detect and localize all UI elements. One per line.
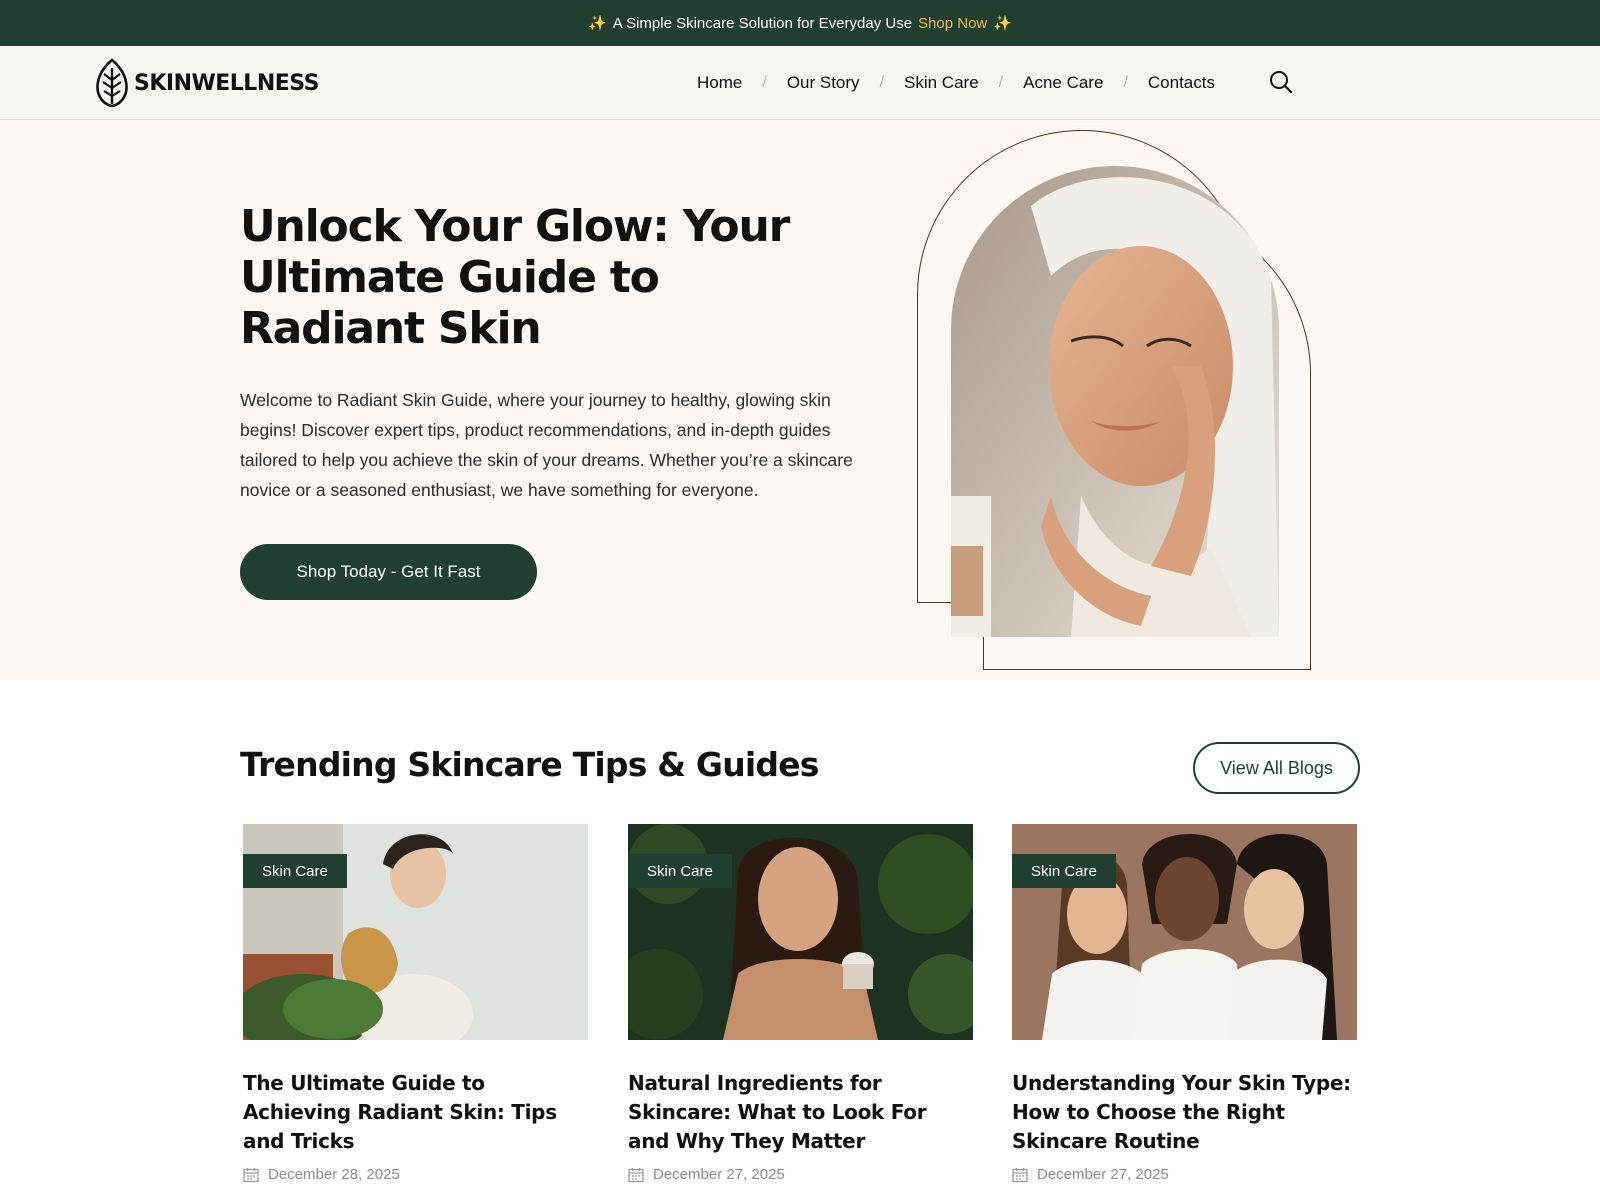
nav-divider: / bbox=[879, 74, 885, 91]
nav-skin-care[interactable]: Skin Care bbox=[904, 73, 979, 93]
blog-date-text: December 27, 2025 bbox=[653, 1166, 785, 1183]
blog-title[interactable]: Understanding Your Skin Type: How to Cho… bbox=[1012, 1069, 1357, 1156]
blog-date: December 27, 2025 bbox=[1012, 1166, 1357, 1183]
logo[interactable]: SKINWELLNESS bbox=[94, 58, 319, 108]
nav-our-story[interactable]: Our Story bbox=[787, 73, 860, 93]
calendar-icon bbox=[628, 1167, 644, 1182]
blog-date: December 27, 2025 bbox=[628, 1166, 973, 1183]
category-tag[interactable]: Skin Care bbox=[1012, 854, 1116, 888]
calendar-icon bbox=[1012, 1167, 1028, 1182]
blog-date-text: December 27, 2025 bbox=[1037, 1166, 1169, 1183]
blog-image[interactable]: Skin Care bbox=[1012, 824, 1357, 1040]
calendar-icon bbox=[243, 1167, 259, 1182]
blog-date: December 28, 2025 bbox=[243, 1166, 588, 1183]
sparkle-icon: ✨ bbox=[993, 15, 1012, 32]
nav-divider: / bbox=[1123, 74, 1128, 91]
nav-divider: / bbox=[998, 74, 1004, 91]
view-all-blogs-button[interactable]: View All Blogs bbox=[1193, 742, 1360, 794]
hero-title: Unlock Your Glow: Your Ultimate Guide to… bbox=[240, 201, 790, 354]
nav-acne-care[interactable]: Acne Care bbox=[1023, 73, 1103, 93]
hero-section: Unlock Your Glow: Your Ultimate Guide to… bbox=[0, 121, 1600, 680]
blog-card[interactable]: Skin Care Understanding Your Skin Type: … bbox=[1012, 824, 1357, 1183]
nav-divider: / bbox=[762, 74, 767, 91]
section-title: Trending Skincare Tips & Guides bbox=[240, 745, 819, 784]
blog-image[interactable]: Skin Care bbox=[243, 824, 588, 1040]
search-button[interactable] bbox=[1268, 69, 1294, 95]
blog-date-text: December 28, 2025 bbox=[268, 1166, 400, 1183]
nav-home[interactable]: Home bbox=[697, 73, 742, 93]
main-nav: Home / Our Story / Skin Care / Acne Care… bbox=[697, 46, 1215, 120]
hero-description: Welcome to Radiant Skin Guide, where you… bbox=[240, 390, 853, 500]
hero-image bbox=[951, 166, 1279, 637]
logo-text: SKINWELLNESS bbox=[134, 70, 319, 96]
blog-card[interactable]: Skin Care The Ultimate Guide to Achievin… bbox=[243, 824, 588, 1183]
shop-today-button[interactable]: Shop Today - Get It Fast bbox=[240, 544, 537, 600]
announcement-text: A Simple Skincare Solution for Everyday … bbox=[612, 14, 913, 32]
blog-title[interactable]: The Ultimate Guide to Achieving Radiant … bbox=[243, 1069, 588, 1156]
category-tag[interactable]: Skin Care bbox=[243, 854, 347, 888]
nav-contacts[interactable]: Contacts bbox=[1148, 73, 1215, 93]
blog-card[interactable]: Skin Care Natural Ingredients for Skinca… bbox=[628, 824, 973, 1183]
announcement-bar: ✨ A Simple Skincare Solution for Everyda… bbox=[0, 0, 1600, 46]
search-icon bbox=[1270, 71, 1292, 93]
sparkle-icon: ✨ bbox=[588, 15, 607, 32]
site-header: SKINWELLNESS Home / Our Story / Skin Car… bbox=[0, 46, 1600, 120]
blog-image[interactable]: Skin Care bbox=[628, 824, 973, 1040]
blog-title[interactable]: Natural Ingredients for Skincare: What t… bbox=[628, 1069, 973, 1156]
category-tag[interactable]: Skin Care bbox=[628, 854, 732, 888]
shop-now-link[interactable]: Shop Now bbox=[918, 15, 987, 32]
leaf-logo-icon bbox=[96, 58, 128, 108]
